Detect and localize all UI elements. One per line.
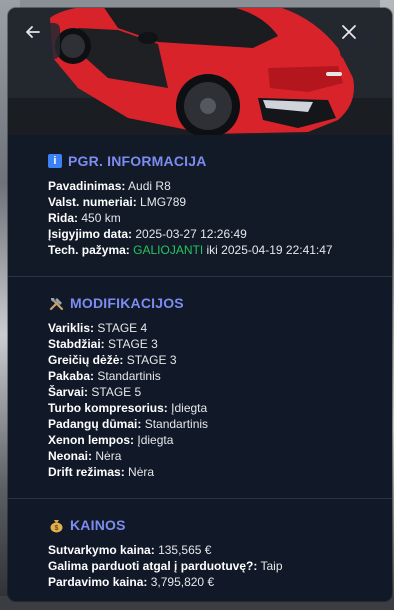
modification-label: Greičių dėžė: [48, 353, 124, 367]
tech-inspection-row: Tech. pažyma: GALIOJANTI iki 2025-04-19 … [48, 243, 333, 257]
modifications-section: MODIFIKACIJOS Variklis: STAGE 4 Stabdžiai… [8, 276, 392, 498]
modification-row: Turbo kompresorius: Įdiegta [48, 400, 352, 416]
modification-value: Nėra [128, 465, 155, 479]
modification-row: Pakaba: Standartinis [48, 368, 352, 384]
modification-label: Xenon lempos: [48, 433, 135, 447]
modification-label: Šarvai: [48, 385, 89, 399]
info-section: i PGR. INFORMACIJA Pavadinimas: Audi R8 … [8, 135, 392, 276]
modification-value: STAGE 3 [126, 353, 177, 367]
modification-label: Variklis: [48, 321, 95, 335]
modifications-list: Variklis: STAGE 4 Stabdžiai: STAGE 3 Greič… [48, 320, 352, 480]
modification-row: Šarvai: STAGE 5 [48, 384, 352, 400]
money-bag-icon: $ [48, 517, 64, 533]
svg-text:$: $ [54, 525, 58, 532]
modification-value: Standartinis [97, 369, 161, 383]
modification-label: Padangų dūmai: [48, 417, 142, 431]
modification-row: Greičių dėžė: STAGE 3 [48, 352, 352, 368]
modification-value: Įdiegta [171, 401, 208, 415]
modification-row: Stabdžiai: STAGE 3 [48, 336, 352, 352]
modification-row: Drift režimas: Nėra [48, 464, 352, 480]
modification-value: STAGE 4 [97, 321, 148, 335]
purchase-date-row: Įsigyjimo data: 2025-03-27 12:26:49 [48, 227, 247, 241]
modification-row: Neonai: Nėra [48, 448, 352, 464]
vehicle-info-panel: i PGR. INFORMACIJA Pavadinimas: Audi R8 … [8, 8, 392, 601]
modification-label: Drift režimas: [48, 465, 125, 479]
tools-icon [48, 295, 64, 311]
modification-label: Turbo kompresorius: [48, 401, 168, 415]
modification-label: Stabdžiai: [48, 337, 105, 351]
plate-row: Valst. numeriai: LMG789 [48, 195, 187, 209]
modification-row: Padangų dūmai: Standartinis [48, 416, 352, 432]
modification-value: STAGE 5 [91, 385, 142, 399]
close-button[interactable] [340, 23, 376, 59]
back-button[interactable] [24, 23, 60, 59]
modification-value: Standartinis [144, 417, 209, 431]
prices-title: $ KAINOS [48, 517, 352, 533]
info-icon: i [48, 154, 62, 168]
modification-value: Nėra [95, 449, 122, 463]
car-illustration [8, 8, 392, 135]
vehicle-image [8, 8, 392, 135]
sellback-row: Galima parduoti atgal į parduotuvę?: Tai… [48, 559, 283, 573]
modification-row: Xenon lempos: Įdiegta [48, 432, 352, 448]
sale-price-row: Pardavimo kaina: 3,795,820 € [48, 575, 215, 589]
prices-section: $ KAINOS Sutvarkymo kaina: 135,565 € Gal… [8, 498, 392, 601]
close-icon [342, 25, 356, 39]
name-row: Pavadinimas: Audi R8 [48, 179, 171, 193]
arrow-left-icon [26, 26, 40, 38]
modification-value: Įdiegta [137, 433, 174, 447]
modification-value: STAGE 3 [108, 337, 158, 351]
modification-label: Neonai: [48, 449, 93, 463]
repair-price-row: Sutvarkymo kaina: 135,565 € [48, 543, 212, 557]
modification-row: Variklis: STAGE 4 [48, 320, 352, 336]
modification-label: Pakaba: [48, 369, 95, 383]
info-title: i PGR. INFORMACIJA [48, 153, 352, 169]
modifications-title: MODIFIKACIJOS [48, 295, 352, 311]
status-badge: GALIOJANTI [133, 243, 204, 257]
mileage-row: Rida: 450 km [48, 211, 121, 225]
